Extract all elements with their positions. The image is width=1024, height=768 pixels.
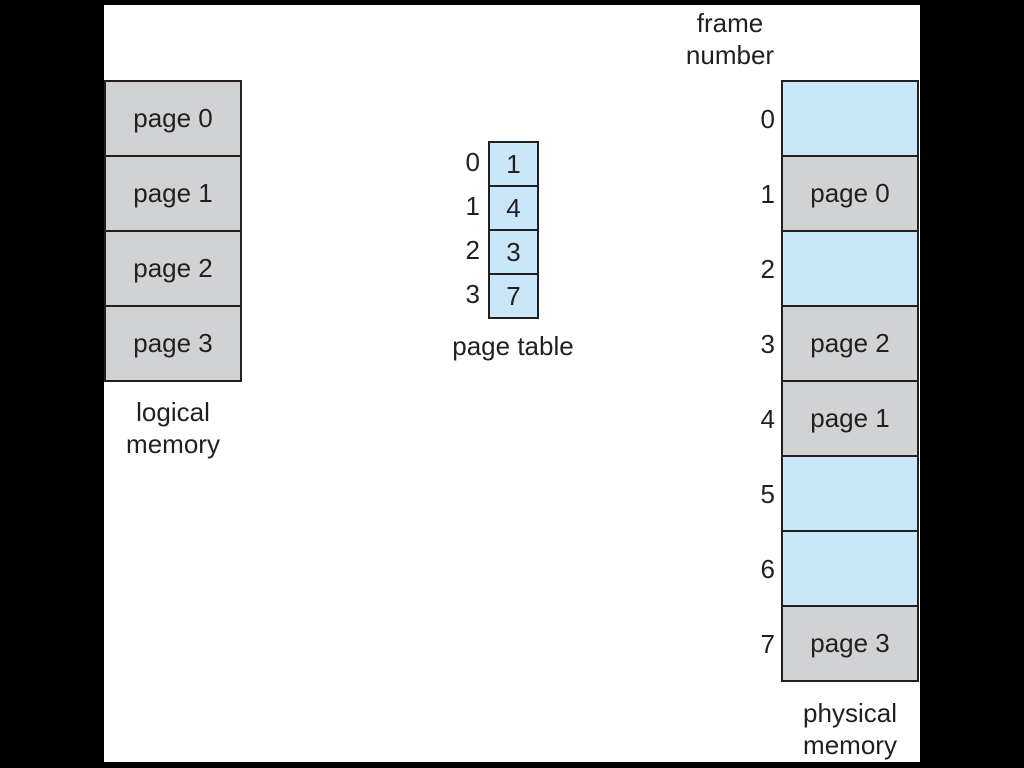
label-line: logical [136, 397, 210, 427]
physical-frame: page 1 [781, 380, 919, 457]
page-table-index: 2 [465, 235, 480, 265]
logical-page: page 2 [104, 230, 242, 307]
physical-frame [781, 530, 919, 607]
physical-frame [781, 455, 919, 532]
label-line: frame [696, 8, 764, 38]
logical-page: page 3 [104, 305, 242, 382]
frame-number-header: frame number [660, 7, 800, 71]
frame-number: 4 [760, 404, 775, 434]
page-table-entry: 7 [488, 273, 539, 319]
physical-frame: page 3 [781, 605, 919, 682]
frame-number: 2 [760, 254, 775, 284]
page-table-entry: 1 [488, 141, 539, 187]
physical-memory-label: physical memory [780, 697, 920, 761]
frame-number: 1 [760, 179, 775, 209]
page-table-index: 1 [465, 191, 480, 221]
page-table-index: 3 [465, 279, 480, 309]
page-table-entry: 3 [488, 229, 539, 275]
label-line: physical [803, 698, 897, 728]
frame-number: 3 [760, 329, 775, 359]
physical-frame [781, 230, 919, 307]
label-line: memory [126, 429, 220, 459]
frame-number: 0 [760, 104, 775, 134]
page-table-label: page table [452, 331, 574, 361]
label-line: memory [803, 730, 897, 760]
logical-page: page 0 [104, 80, 242, 157]
logical-memory-label: logical memory [104, 396, 242, 460]
frame-number: 5 [760, 479, 775, 509]
frame-number: 7 [760, 629, 775, 659]
page-table-index: 0 [465, 147, 480, 177]
physical-frame: page 0 [781, 155, 919, 232]
page-table-entry: 4 [488, 185, 539, 231]
frame-number: 6 [760, 554, 775, 584]
physical-frame: page 2 [781, 305, 919, 382]
logical-page: page 1 [104, 155, 242, 232]
physical-frame [781, 80, 919, 157]
label-line: number [685, 40, 775, 70]
